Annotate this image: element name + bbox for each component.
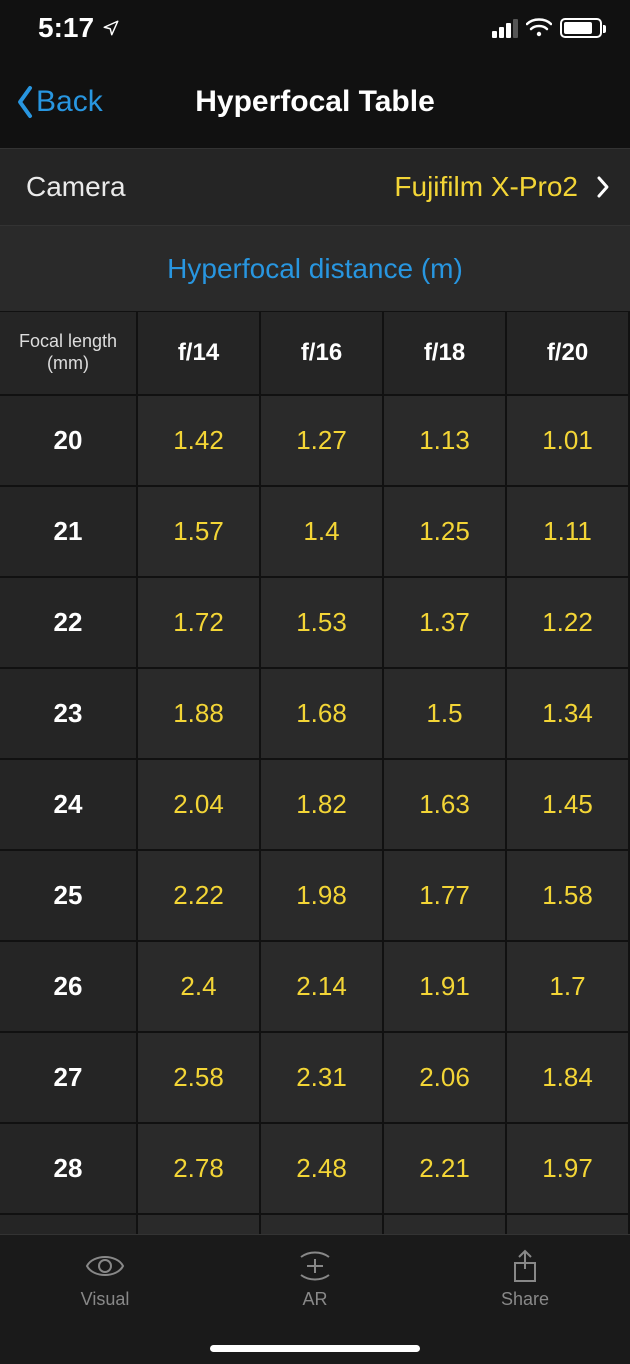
table-row: 262.42.141.911.7	[0, 942, 630, 1033]
table-row: 211.571.41.251.11	[0, 487, 630, 578]
focal-length-cell: 22	[0, 578, 138, 669]
hyperfocal-cell: 2.4	[138, 942, 261, 1033]
tab-share[interactable]: Share	[420, 1235, 630, 1364]
back-label: Back	[36, 85, 103, 119]
hyperfocal-cell: 2.21	[384, 1124, 507, 1215]
cellular-icon	[492, 18, 518, 38]
status-right	[492, 18, 602, 38]
tab-visual[interactable]: Visual	[0, 1235, 210, 1364]
hyperfocal-table: Focal length (mm) f/14 f/16 f/18 f/20 20…	[0, 312, 630, 1306]
camera-value-wrap: Fujifilm X-Pro2	[394, 171, 610, 203]
table-row: 282.782.482.211.97	[0, 1124, 630, 1215]
aperture-header: f/14	[138, 312, 261, 396]
camera-selector[interactable]: Camera Fujifilm X-Pro2	[0, 148, 630, 226]
hyperfocal-cell: 1.68	[261, 669, 384, 760]
hyperfocal-cell: 1.25	[384, 487, 507, 578]
hyperfocal-cell: 1.45	[507, 760, 630, 851]
hyperfocal-cell: 1.82	[261, 760, 384, 851]
focal-length-cell: 26	[0, 942, 138, 1033]
hyperfocal-cell: 1.63	[384, 760, 507, 851]
status-left: 5:17	[38, 12, 120, 44]
hyperfocal-cell: 1.27	[261, 396, 384, 487]
hyperfocal-cell: 2.06	[384, 1033, 507, 1124]
focal-length-cell: 20	[0, 396, 138, 487]
hyperfocal-cell: 1.13	[384, 396, 507, 487]
focal-length-cell: 21	[0, 487, 138, 578]
hyperfocal-cell: 2.58	[138, 1033, 261, 1124]
hyperfocal-cell: 1.91	[384, 942, 507, 1033]
location-icon	[102, 19, 120, 37]
focal-length-cell: 27	[0, 1033, 138, 1124]
focal-length-cell: 25	[0, 851, 138, 942]
hyperfocal-cell: 1.98	[261, 851, 384, 942]
hyperfocal-cell: 2.14	[261, 942, 384, 1033]
tab-label: Visual	[81, 1289, 130, 1310]
status-time: 5:17	[38, 12, 94, 44]
hyperfocal-cell: 1.5	[384, 669, 507, 760]
hyperfocal-cell: 1.4	[261, 487, 384, 578]
chevron-left-icon	[14, 84, 36, 120]
hyperfocal-cell: 1.53	[261, 578, 384, 669]
subtitle: Hyperfocal distance (m)	[0, 226, 630, 312]
hyperfocal-cell: 1.37	[384, 578, 507, 669]
hyperfocal-cell: 2.22	[138, 851, 261, 942]
chevron-right-icon	[596, 175, 610, 199]
eye-icon	[85, 1249, 125, 1283]
hyperfocal-cell: 1.57	[138, 487, 261, 578]
hyperfocal-cell: 1.34	[507, 669, 630, 760]
hyperfocal-cell: 1.11	[507, 487, 630, 578]
table-row: 201.421.271.131.01	[0, 396, 630, 487]
table-row: 231.881.681.51.34	[0, 669, 630, 760]
hyperfocal-cell: 1.97	[507, 1124, 630, 1215]
camera-label: Camera	[26, 171, 126, 203]
table-row: 221.721.531.371.22	[0, 578, 630, 669]
hyperfocal-cell: 1.22	[507, 578, 630, 669]
status-bar: 5:17	[0, 0, 630, 56]
tab-label: Share	[501, 1289, 549, 1310]
hyperfocal-cell: 1.88	[138, 669, 261, 760]
hyperfocal-cell: 2.04	[138, 760, 261, 851]
aperture-header: f/16	[261, 312, 384, 396]
battery-icon	[560, 18, 602, 38]
share-icon	[505, 1249, 545, 1283]
hyperfocal-cell: 1.7	[507, 942, 630, 1033]
nav-header: Back Hyperfocal Table	[0, 56, 630, 148]
aperture-header: f/18	[384, 312, 507, 396]
home-indicator[interactable]	[210, 1345, 420, 1352]
hyperfocal-cell: 1.58	[507, 851, 630, 942]
hyperfocal-cell: 1.84	[507, 1033, 630, 1124]
back-button[interactable]: Back	[14, 84, 103, 120]
hyperfocal-cell: 2.78	[138, 1124, 261, 1215]
hyperfocal-cell: 2.31	[261, 1033, 384, 1124]
focal-length-cell: 23	[0, 669, 138, 760]
focal-length-cell: 24	[0, 760, 138, 851]
tab-label: AR	[302, 1289, 327, 1310]
hyperfocal-cell: 1.01	[507, 396, 630, 487]
hyperfocal-cell: 1.42	[138, 396, 261, 487]
table-row: 242.041.821.631.45	[0, 760, 630, 851]
hyperfocal-cell: 1.72	[138, 578, 261, 669]
table-row: 272.582.312.061.84	[0, 1033, 630, 1124]
aperture-header: f/20	[507, 312, 630, 396]
table-row: 252.221.981.771.58	[0, 851, 630, 942]
camera-value: Fujifilm X-Pro2	[394, 171, 578, 203]
focal-length-cell: 28	[0, 1124, 138, 1215]
hyperfocal-cell: 2.48	[261, 1124, 384, 1215]
table-header-row: Focal length (mm) f/14 f/16 f/18 f/20	[0, 312, 630, 396]
wifi-icon	[526, 18, 552, 38]
table-corner-header: Focal length (mm)	[0, 312, 138, 396]
ar-icon	[295, 1249, 335, 1283]
hyperfocal-cell: 1.77	[384, 851, 507, 942]
